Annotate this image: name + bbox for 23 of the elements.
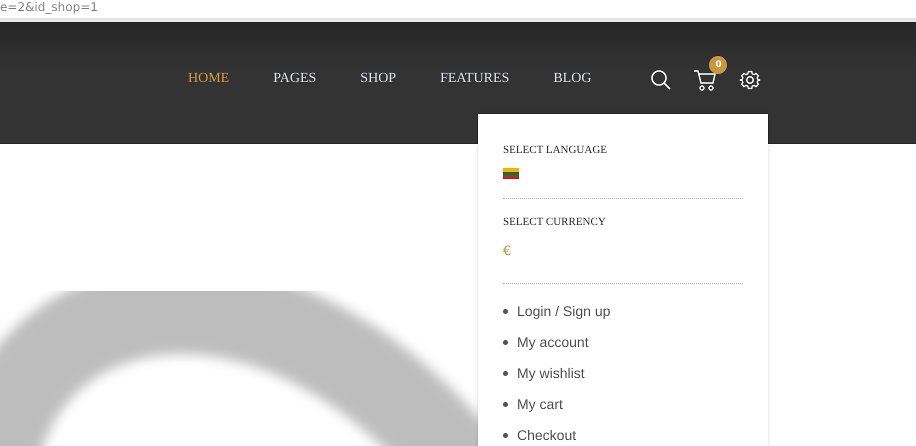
- bullet-icon: [503, 433, 508, 438]
- bullet-icon: [503, 402, 508, 407]
- section-title: SELECT LANGUAGE: [503, 144, 608, 156]
- settings-icon[interactable]: [739, 69, 762, 91]
- search-icon[interactable]: [651, 70, 672, 90]
- bullet-icon: [503, 340, 508, 345]
- cart-icon[interactable]: [693, 68, 718, 92]
- nav-link[interactable]: SHOP: [360, 71, 396, 87]
- bullet-icon: [503, 371, 508, 376]
- menu-link[interactable]: My wishlist: [517, 364, 585, 383]
- section-title: SELECT CURRENCY: [503, 216, 607, 228]
- bullet-icon: [503, 309, 508, 314]
- menu-link[interactable]: Login / Sign up: [517, 302, 610, 321]
- nav-link[interactable]: FEATURES: [440, 71, 510, 87]
- menu-link[interactable]: My cart: [517, 395, 563, 414]
- nav-link[interactable]: BLOG: [553, 71, 592, 87]
- flag-icon[interactable]: [503, 168, 519, 179]
- nav-link[interactable]: HOME: [188, 71, 230, 87]
- menu-link[interactable]: My account: [517, 333, 589, 352]
- address-url: e=2&id_shop=1: [0, 0, 98, 14]
- cart-count-badge: 0: [709, 56, 728, 74]
- menu-link[interactable]: Checkout: [517, 426, 576, 445]
- nav-link[interactable]: PAGES: [273, 71, 316, 87]
